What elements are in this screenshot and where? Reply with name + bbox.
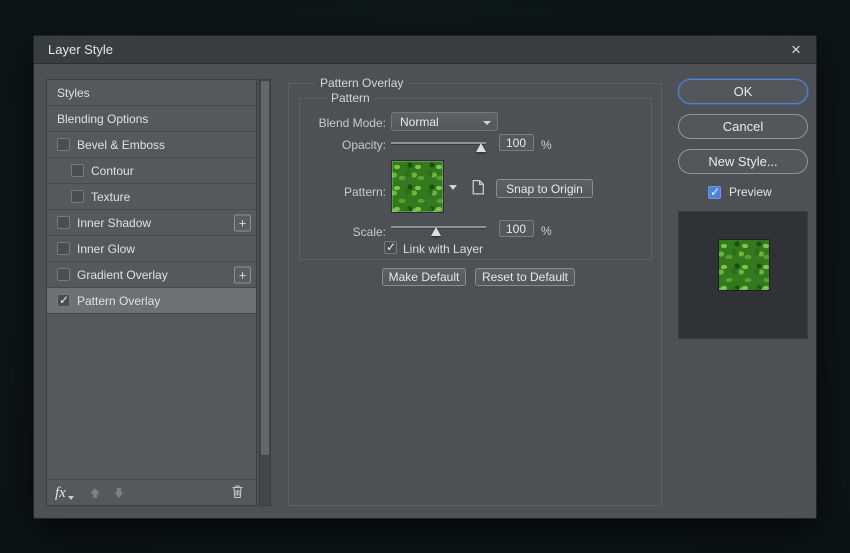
scale-value: 100	[506, 222, 526, 236]
sidebar-item-blending-options[interactable]: Blending Options	[47, 106, 256, 132]
link-with-layer-label: Link with Layer	[403, 242, 483, 256]
texture-checkbox[interactable]: ✓	[71, 190, 84, 203]
inner-glow-checkbox[interactable]: ✓	[57, 242, 70, 255]
opacity-input[interactable]: 100	[499, 134, 534, 151]
styles-list-footer: fx	[47, 479, 256, 505]
pattern-label: Pattern:	[300, 185, 386, 199]
add-gradient-overlay-button[interactable]: +	[234, 266, 251, 283]
make-default-button[interactable]: Make Default	[382, 268, 466, 286]
inner-shadow-checkbox[interactable]: ✓	[57, 216, 70, 229]
sidebar-item-inner-shadow[interactable]: ✓ Inner Shadow +	[47, 210, 256, 236]
sidebar-item-label: Pattern Overlay	[77, 294, 160, 308]
arrow-down-icon	[112, 486, 126, 500]
reset-to-default-button[interactable]: Reset to Default	[475, 268, 575, 286]
scale-slider[interactable]	[391, 223, 486, 237]
trash-icon	[231, 484, 244, 499]
ok-button[interactable]: OK	[678, 79, 808, 104]
styles-list: Styles Blending Options ✓ Bevel & Emboss…	[46, 79, 257, 506]
cancel-button[interactable]: Cancel	[678, 114, 808, 139]
plus-icon: +	[239, 216, 247, 229]
pattern-overlay-section: Pattern Overlay Pattern Blend Mode: Norm…	[288, 83, 662, 506]
pattern-group: Pattern Blend Mode: Normal Opacity: 100 …	[299, 98, 652, 260]
preview-checkbox[interactable]: ✓	[708, 186, 721, 199]
check-icon: ✓	[386, 240, 396, 254]
scale-label: Scale:	[300, 225, 386, 239]
preview-thumbnail	[678, 211, 808, 339]
new-document-icon	[470, 179, 486, 196]
check-icon: ✓	[710, 185, 720, 199]
pattern-swatch[interactable]	[391, 160, 444, 213]
snap-to-origin-button[interactable]: Snap to Origin	[496, 179, 593, 198]
sidebar-item-label: Inner Shadow	[77, 216, 151, 230]
blend-mode-select[interactable]: Normal	[391, 112, 498, 131]
dialog-title: Layer Style	[48, 42, 113, 57]
check-icon: ✓	[59, 293, 69, 307]
sidebar-item-styles[interactable]: Styles	[47, 80, 256, 106]
styles-scrollbar[interactable]	[259, 79, 271, 506]
sidebar-item-texture[interactable]: ✓ Texture	[47, 184, 256, 210]
sidebar-item-inner-glow[interactable]: ✓ Inner Glow	[47, 236, 256, 262]
sidebar-item-label: Inner Glow	[77, 242, 135, 256]
scale-slider-thumb[interactable]	[431, 227, 441, 236]
gradient-overlay-checkbox[interactable]: ✓	[57, 268, 70, 281]
arrow-up-icon	[88, 486, 102, 500]
sidebar-item-pattern-overlay[interactable]: ✓ Pattern Overlay	[47, 288, 256, 314]
desktop-background: Layer Style × Styles Blending Options ✓ …	[0, 0, 850, 553]
sidebar-item-label: Contour	[91, 164, 134, 178]
pattern-overlay-checkbox[interactable]: ✓	[57, 294, 70, 307]
opacity-value: 100	[506, 136, 526, 150]
preview-pattern-sample	[718, 239, 770, 291]
section-title: Pattern Overlay	[315, 76, 408, 90]
add-inner-shadow-button[interactable]: +	[234, 214, 251, 231]
contour-checkbox[interactable]: ✓	[71, 164, 84, 177]
scale-unit: %	[541, 224, 552, 238]
group-title: Pattern	[326, 91, 375, 105]
preview-option: ✓ Preview	[708, 185, 772, 199]
dialog-titlebar[interactable]: Layer Style ×	[34, 36, 816, 64]
sidebar-item-label: Styles	[57, 86, 90, 100]
sidebar-item-bevel-emboss[interactable]: ✓ Bevel & Emboss	[47, 132, 256, 158]
delete-effect-button[interactable]	[231, 484, 244, 502]
opacity-label: Opacity:	[300, 138, 386, 152]
opacity-slider[interactable]	[391, 139, 486, 153]
new-style-button[interactable]: New Style...	[678, 149, 808, 174]
scale-input[interactable]: 100	[499, 220, 534, 237]
add-effect-button[interactable]: fx	[55, 485, 74, 501]
pattern-picker-chevron-icon[interactable]	[449, 185, 457, 190]
slider-track	[391, 142, 486, 144]
sidebar-item-label: Blending Options	[57, 112, 148, 126]
preview-label: Preview	[729, 185, 772, 199]
close-icon[interactable]: ×	[786, 40, 806, 60]
new-pattern-button[interactable]	[470, 179, 486, 196]
plus-icon: +	[239, 268, 247, 281]
bevel-emboss-checkbox[interactable]: ✓	[57, 138, 70, 151]
sidebar-item-contour[interactable]: ✓ Contour	[47, 158, 256, 184]
sidebar-item-label: Gradient Overlay	[77, 268, 168, 282]
fx-icon: fx	[55, 485, 66, 501]
move-effect-up-button[interactable]	[88, 486, 102, 500]
scrollbar-thumb[interactable]	[261, 81, 269, 455]
layer-style-dialog: Layer Style × Styles Blending Options ✓ …	[33, 35, 817, 519]
sidebar-item-label: Bevel & Emboss	[77, 138, 165, 152]
chevron-down-icon	[68, 496, 74, 500]
move-effect-down-button[interactable]	[112, 486, 126, 500]
opacity-unit: %	[541, 138, 552, 152]
opacity-slider-thumb[interactable]	[476, 143, 486, 152]
blend-mode-label: Blend Mode:	[300, 116, 386, 130]
sidebar-item-gradient-overlay[interactable]: ✓ Gradient Overlay +	[47, 262, 256, 288]
chevron-down-icon	[483, 121, 491, 125]
blend-mode-value: Normal	[400, 115, 439, 129]
sidebar-item-label: Texture	[91, 190, 130, 204]
link-with-layer-checkbox[interactable]: ✓	[384, 241, 397, 254]
